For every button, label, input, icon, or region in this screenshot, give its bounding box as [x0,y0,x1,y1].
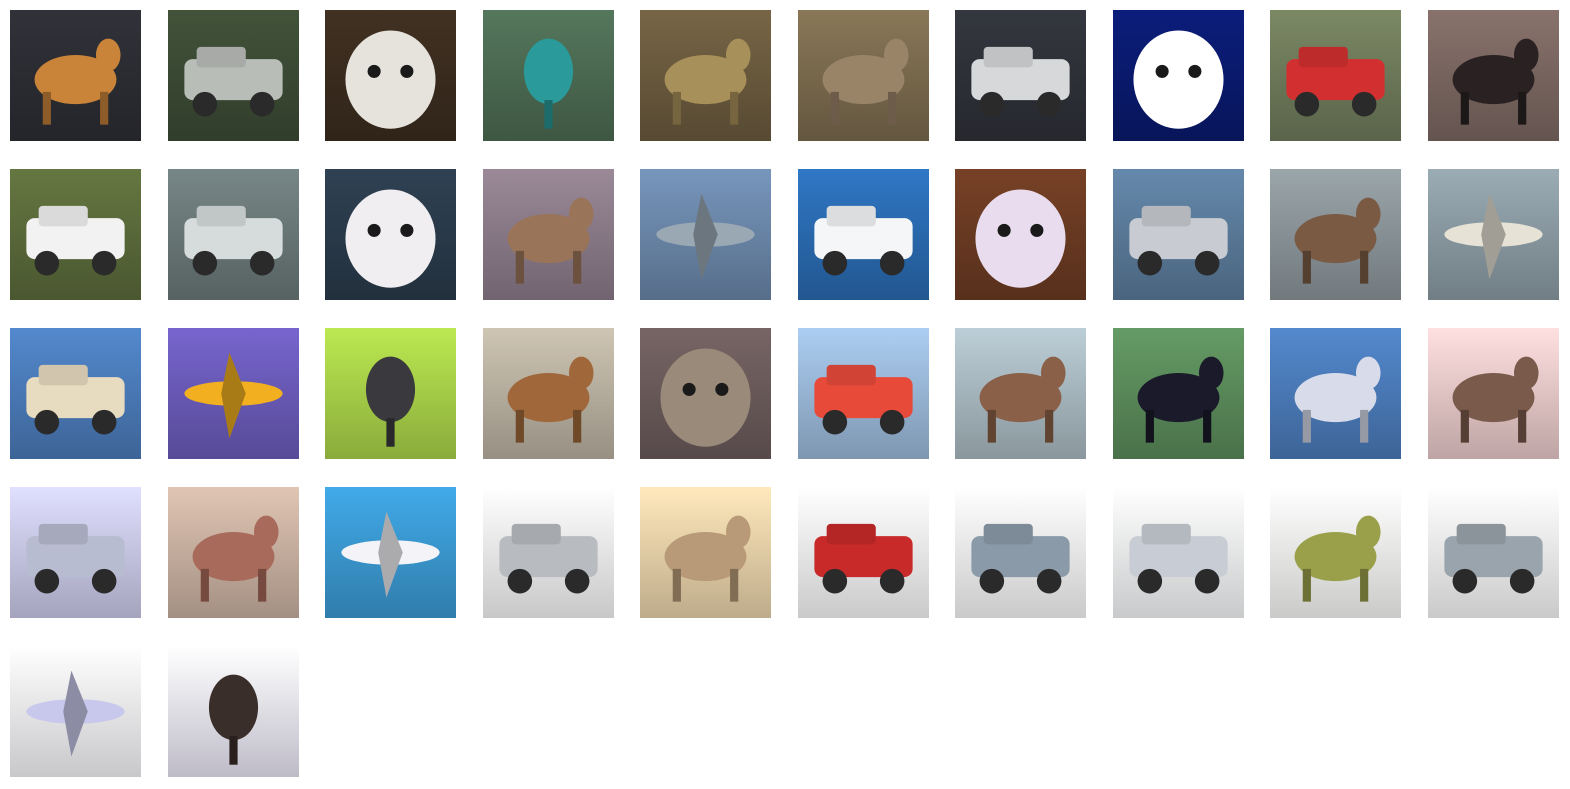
thumbnail-bird [167,646,299,777]
thumbnail-frog [797,10,929,141]
thumbnail-horse [1112,328,1244,459]
thumbnail-horse [1270,169,1401,300]
thumbnail-airplane [640,169,771,300]
thumbnail-image [1270,169,1401,300]
thumbnail-automobile [10,169,141,300]
thumbnail-image [325,328,456,459]
thumbnail-image [640,328,771,459]
thumbnail-cat [640,328,771,459]
thumbnail-image [482,10,614,141]
thumbnail-image [167,169,299,300]
thumbnail-airplane [325,487,456,618]
thumbnail-cat [325,10,456,141]
thumbnail-image [1270,487,1401,618]
thumbnail-image [640,169,771,300]
thumbnail-image [955,487,1086,618]
thumbnail-image [325,10,456,141]
thumbnail-image [167,646,299,777]
thumbnail-image [1112,487,1244,618]
thumbnail-cat [10,10,141,141]
thumbnail-truck [1112,487,1244,618]
thumbnail-image [482,487,614,618]
thumbnail-image [1427,169,1559,300]
thumbnail-cat [640,487,771,618]
thumbnail-image [797,169,929,300]
thumbnail-automobile [797,328,929,459]
thumbnail-dog [1112,10,1244,141]
image-grid [10,10,1559,777]
thumbnail-image [797,487,929,618]
thumbnail-frog [1270,487,1401,618]
thumbnail-frog [1427,328,1559,459]
thumbnail-image [640,10,771,141]
thumbnail-image [1427,328,1559,459]
thumbnail-deer [167,487,299,618]
thumbnail-truck [1112,169,1244,300]
thumbnail-airplane [167,328,299,459]
thumbnail-horse [482,169,614,300]
thumbnail-horse [955,328,1086,459]
thumbnail-image [1270,328,1401,459]
thumbnail-image [167,10,299,141]
thumbnail-truck [10,328,141,459]
thumbnail-image [1427,487,1559,618]
thumbnail-dog [955,169,1086,300]
thumbnail-image [1112,328,1244,459]
thumbnail-image [797,328,929,459]
thumbnail-image [482,169,614,300]
thumbnail-airplane [1427,169,1559,300]
thumbnail-automobile [1427,487,1559,618]
thumbnail-truck [797,487,929,618]
thumbnail-horse [1270,328,1401,459]
thumbnail-image [10,10,141,141]
thumbnail-image [955,169,1086,300]
thumbnail-image [167,328,299,459]
thumbnail-image [797,10,929,141]
thumbnail-image [640,487,771,618]
thumbnail-horse [482,328,614,459]
thumbnail-image [955,328,1086,459]
thumbnail-image [955,10,1086,141]
thumbnail-frog [640,10,771,141]
thumbnail-truck [955,10,1086,141]
thumbnail-image [1427,10,1559,141]
thumbnail-image [325,169,456,300]
thumbnail-cat [325,169,456,300]
thumbnail-truck [1270,10,1401,141]
thumbnail-image [1112,169,1244,300]
thumbnail-image [1112,10,1244,141]
thumbnail-bird [482,10,614,141]
thumbnail-ship [167,169,299,300]
thumbnail-horse [1427,10,1559,141]
thumbnail-image [1270,10,1401,141]
thumbnail-bird [325,328,456,459]
thumbnail-image [10,169,141,300]
thumbnail-automobile [955,487,1086,618]
thumbnail-truck [167,10,299,141]
thumbnail-image [482,328,614,459]
thumbnail-truck [482,487,614,618]
thumbnail-airplane [10,646,141,777]
thumbnail-automobile [10,487,141,618]
thumbnail-image [10,487,141,618]
thumbnail-image [10,646,141,777]
thumbnail-image [10,328,141,459]
thumbnail-ship [797,169,929,300]
thumbnail-image [325,487,456,618]
thumbnail-image [167,487,299,618]
